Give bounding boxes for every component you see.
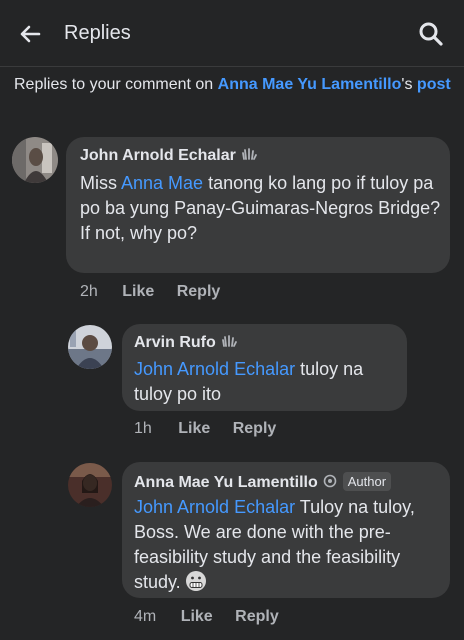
comment-time: 2h [80,283,98,300]
mention-link[interactable]: John Arnold Echalar [134,497,295,517]
reply-button[interactable]: Reply [235,608,279,626]
search-icon[interactable] [418,21,444,47]
reply-button[interactable]: Reply [233,420,277,438]
mention-link[interactable]: John Arnold Echalar [134,359,295,379]
wave-hand-icon [221,335,237,347]
like-button[interactable]: Like [122,283,154,301]
context-prefix: Replies to your comment on [14,76,218,93]
replies-context: Replies to your comment on Anna Mae Yu L… [14,74,454,95]
grimace-emoji-icon [185,571,206,591]
reply-button[interactable]: Reply [177,283,221,301]
mention-link[interactable]: Anna Mae [121,173,203,193]
comment-time: 1h [134,420,152,437]
header-divider [0,66,464,67]
avatar[interactable] [68,325,112,369]
comment-actions: 1h Like Reply [134,420,276,438]
comment-actions: 2h Like Reply [80,283,220,301]
wave-hand-icon [241,148,257,160]
comment-text: John Arnold Echalar tuloy na tuloy po it… [134,359,364,404]
back-arrow-icon[interactable] [18,22,42,46]
comment-text: Miss Anna Mae tanong ko lang po if tuloy… [80,173,441,243]
post-author-link[interactable]: Anna Mae Yu Lamentillo [218,76,402,93]
comment-author-name[interactable]: Anna Mae Yu Lamentillo Author [134,472,392,492]
post-link[interactable]: post [417,76,451,93]
context-suffix: 's [401,76,413,93]
like-button[interactable]: Like [178,420,210,438]
comment-text: John Arnold Echalar Tuloy na tuloy, Boss… [134,497,415,592]
comment-author-name[interactable]: Arvin Rufo [134,334,237,352]
comment-author-name[interactable]: John Arnold Echalar [80,147,257,165]
comment-time: 4m [134,608,157,625]
like-button[interactable]: Like [181,608,213,626]
avatar[interactable] [12,137,58,183]
author-badge: Author [342,472,392,491]
verified-badge-icon [323,474,337,488]
top-bar: Replies [0,0,464,66]
page-title: Replies [64,22,131,44]
comment-actions: 4m Like Reply [134,608,279,626]
avatar[interactable] [68,463,112,507]
